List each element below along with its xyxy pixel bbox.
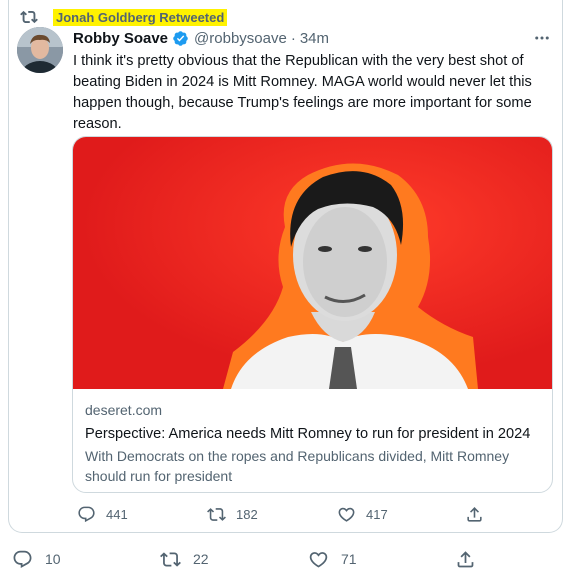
verified-badge-icon [173,31,188,46]
retweet-icon [207,507,226,521]
more-options-button[interactable] [532,28,552,48]
outer-reply-button[interactable]: 10 [12,548,61,570]
retweet-icon [20,10,38,24]
like-count: 417 [366,506,388,522]
outer-retweet-button[interactable]: 22 [160,548,209,570]
link-info: deseret.com Perspective: America needs M… [85,401,545,486]
share-icon [457,550,474,567]
share-icon [467,506,482,522]
separator-dot: · [290,30,296,47]
retweeted-tweet-card[interactable]: Jonah Goldberg Retweeted Robby Soave @ro… [8,0,563,533]
like-button[interactable]: 417 [337,503,388,525]
author-handle[interactable]: @robbysoave [194,30,287,47]
reply-icon [13,550,32,568]
tweet-timestamp[interactable]: 34m [300,30,329,47]
avatar[interactable] [17,27,63,73]
author-name[interactable]: Robby Soave [73,30,168,47]
ellipsis-icon [535,36,549,40]
outer-like-button[interactable]: 71 [308,548,357,570]
link-title[interactable]: Perspective: America needs Mitt Romney t… [85,424,545,444]
retweet-count: 182 [236,506,258,522]
outer-like-count: 71 [341,551,357,567]
outer-retweet-count: 22 [193,551,209,567]
heart-icon [338,507,355,522]
reply-icon [78,506,95,522]
reply-count: 441 [106,506,128,522]
tweet-text: I think it's pretty obvious that the Rep… [73,53,532,132]
link-preview-card[interactable]: deseret.com Perspective: America needs M… [72,136,553,493]
article-image [73,137,552,389]
tweet-header: Robby Soave @robbysoave · 34m [73,30,329,47]
reply-button[interactable]: 441 [77,503,128,525]
retweet-button[interactable]: 182 [207,503,258,525]
link-description: With Democrats on the ropes and Republic… [85,448,510,484]
retweet-icon [160,551,181,567]
share-button[interactable] [465,503,494,525]
heart-icon [309,551,328,568]
inner-action-bar: 441 182 417 [73,503,493,525]
outer-share-button[interactable] [455,548,488,570]
retweeter-link[interactable]: Jonah Goldberg Retweeted [53,8,228,26]
outer-reply-count: 10 [45,551,61,567]
link-domain: deseret.com [85,402,163,418]
outer-action-bar: 10 22 71 [0,548,576,574]
retweet-context: Jonah Goldberg Retweeted [20,8,228,26]
